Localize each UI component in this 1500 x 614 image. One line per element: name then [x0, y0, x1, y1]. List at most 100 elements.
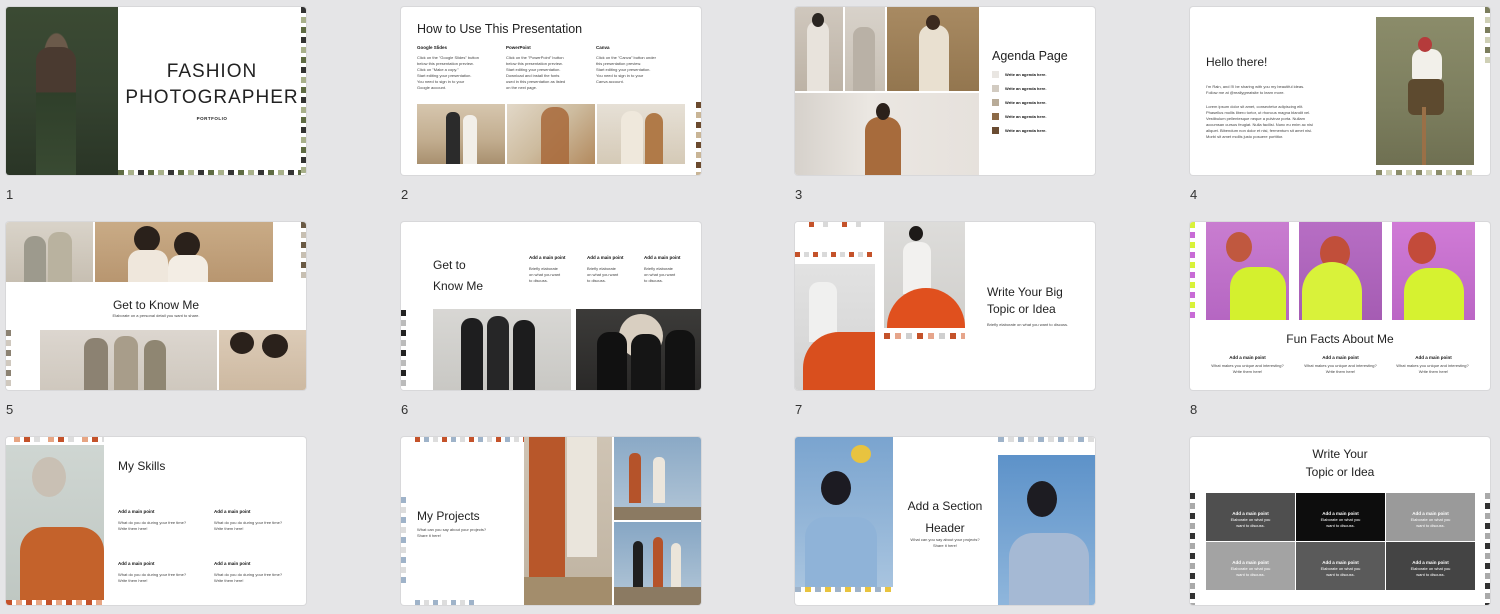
tile-point: Add a main point: [1232, 511, 1269, 516]
slide-11-title-line1: Add a Section: [907, 499, 983, 513]
body-line: Morbi sit amet mollis justo posuere port…: [1206, 134, 1284, 139]
col-line: Click on the "Canva" button under: [596, 55, 656, 60]
main-point: Add a main point: [587, 255, 624, 260]
main-point: Add a main point: [644, 255, 681, 260]
slide-3-title: Agenda Page: [992, 49, 1068, 63]
slide-number-6: 6: [401, 402, 409, 417]
slide-thumbnail-5[interactable]: Get to Know Me Elaborate on a personal d…: [6, 222, 306, 390]
main-point: Add a main point: [1415, 355, 1452, 360]
tile-desc: want to discuss.: [1416, 572, 1445, 577]
slide-thumbnail-4[interactable]: Hello there! I'm Rain, and I'll be shari…: [1190, 7, 1490, 175]
point-desc: What makes you unique and interesting?: [1396, 363, 1469, 368]
tile-point: Add a main point: [1322, 560, 1359, 565]
slide-thumbnail-10[interactable]: My Projects What can you say about your …: [401, 437, 701, 605]
col-line: Click on the "Google Slides" button: [417, 55, 479, 60]
body-line: accumsan cursus feugiat. Nulla facilisi.…: [1206, 122, 1313, 127]
point-desc: What do you do during your free time?: [214, 572, 283, 577]
point-desc: Write them here!: [214, 578, 244, 583]
slide-number-2: 2: [401, 187, 409, 202]
main-point: Add a main point: [214, 561, 251, 566]
col-heading-1: Google Slides: [417, 45, 448, 50]
tile-point: Add a main point: [1232, 560, 1269, 565]
intro-line: Follow me at @reallygreatsite to learn m…: [1206, 90, 1285, 95]
body-line: Vestibulum pellentesque neque a pulvinar…: [1206, 116, 1305, 121]
slide-7-subtitle: Briefly elaborate on what you want to di…: [987, 322, 1069, 327]
slide-thumbnail-7[interactable]: Write Your Big Topic or Idea Briefly ela…: [795, 222, 1095, 390]
col-line: You need to sign in to your: [417, 79, 465, 84]
tile-desc: want to discuss.: [1236, 572, 1265, 577]
slide-12-title-line1: Write Your: [1312, 447, 1368, 461]
slide-number-1: 1: [6, 187, 14, 202]
point-desc: Write them here!: [214, 526, 244, 531]
point-desc: Write them here!: [1325, 369, 1356, 374]
tile-desc: want to discuss.: [1416, 523, 1445, 528]
slide-9-title: My Skills: [118, 459, 166, 473]
col-line: Google account.: [417, 85, 447, 90]
main-point: Add a main point: [214, 509, 251, 514]
col-line: Start editing your presentation.: [506, 67, 561, 72]
slide-thumbnail-11[interactable]: Add a Section Header What can you say ab…: [795, 437, 1095, 605]
point-desc: What do you do during your free time?: [214, 520, 283, 525]
point-desc: What do you do during your free time?: [118, 572, 187, 577]
project-desc: Share it here!: [417, 533, 442, 538]
col-line: on the next page.: [506, 85, 537, 90]
slide-thumbnail-9[interactable]: My Skills Add a main point What do you d…: [6, 437, 306, 605]
agenda-item: Write an agenda here.: [1005, 128, 1047, 133]
main-point: Add a main point: [529, 255, 566, 260]
slide-grid: FASHION PHOTOGRAPHER PORTFOLIO 1 How to …: [0, 0, 1500, 614]
point-desc: Briefly elaborate: [529, 266, 558, 271]
body-line: Lorem ipsum dolor sit amet, consectetur …: [1206, 104, 1304, 109]
slide-12-title-line2: Topic or Idea: [1305, 465, 1375, 479]
slide-thumbnail-2[interactable]: How to Use This Presentation Google Slid…: [401, 7, 701, 175]
col-line: You need to sign in to your: [596, 73, 644, 78]
body-line: Phasellus mollis libero tortor, ut rhonc…: [1206, 110, 1311, 115]
col-line: below this presentation preview.: [506, 61, 563, 66]
col-line: Start editing your presentation.: [596, 67, 651, 72]
slide-6-title-line1: Get to: [433, 258, 466, 272]
point-desc: on what you want: [529, 272, 561, 277]
body-line: aliquet. Bibendum non dolor et nisi, fer…: [1206, 128, 1313, 133]
slide-thumbnail-3[interactable]: Agenda Page Write an agenda here. Write …: [795, 7, 1095, 175]
agenda-item: Write an agenda here.: [1005, 114, 1047, 119]
tile-point: Add a main point: [1412, 511, 1449, 516]
tile-desc: Elaborate on what you: [1410, 566, 1451, 571]
point-desc: to discuss.: [587, 278, 606, 283]
slide-number-4: 4: [1190, 187, 1198, 202]
slide-7-title-line1: Write Your Big: [987, 285, 1063, 299]
slide-11-title-line2: Header: [925, 521, 965, 535]
tile-point: Add a main point: [1412, 560, 1449, 565]
slide-5-title: Get to Know Me: [112, 298, 200, 312]
tile-point: Add a main point: [1322, 511, 1359, 516]
slide-thumbnail-1[interactable]: FASHION PHOTOGRAPHER PORTFOLIO: [6, 7, 306, 175]
tile-desc: Elaborate on what you: [1320, 517, 1361, 522]
slide-6-title-line2: Know Me: [433, 279, 484, 293]
slide-1-title-line1: FASHION: [166, 61, 258, 82]
tile-desc: Elaborate on what you: [1230, 566, 1271, 571]
tile-desc: want to discuss.: [1326, 523, 1355, 528]
point-desc: Write them here!: [1232, 369, 1263, 374]
point-desc: What do you do during your free time?: [118, 520, 187, 525]
point-desc: Write them here!: [1418, 369, 1449, 374]
slide-10-title: My Projects: [417, 509, 480, 523]
col-line: Click on "Make a copy.": [417, 67, 459, 72]
slide-thumbnail-12[interactable]: Write Your Topic or Idea Add a main poin…: [1190, 437, 1490, 605]
section-desc: What can you say about your projects?: [910, 537, 980, 542]
slide-7-title-line2: Topic or Idea: [987, 302, 1056, 316]
pattern-border: [118, 170, 306, 175]
agenda-item: Write an agenda here.: [1005, 86, 1047, 91]
point-desc: Briefly elaborate: [644, 266, 673, 271]
slide-number-3: 3: [795, 187, 803, 202]
main-point: Add a main point: [1322, 355, 1359, 360]
project-desc: What can you say about your projects?: [417, 527, 487, 532]
main-point: Add a main point: [118, 509, 155, 514]
col-line: below this presentation preview.: [417, 61, 474, 66]
slide-thumbnail-6[interactable]: Get to Know Me Add a main point Briefly …: [401, 222, 701, 390]
slide-number-8: 8: [1190, 402, 1198, 417]
slide-4-title: Hello there!: [1206, 55, 1268, 69]
slide-1-subtitle: PORTFOLIO: [196, 116, 228, 121]
col-line: Click on the "PowerPoint" button: [506, 55, 564, 60]
tile-desc: want to discuss.: [1326, 572, 1355, 577]
col-heading-2: PowerPoint: [506, 45, 531, 50]
slide-thumbnail-8[interactable]: Fun Facts About Me Add a main point What…: [1190, 222, 1490, 390]
slide-5-subtitle: Elaborate on a personal detail you want …: [112, 313, 200, 318]
